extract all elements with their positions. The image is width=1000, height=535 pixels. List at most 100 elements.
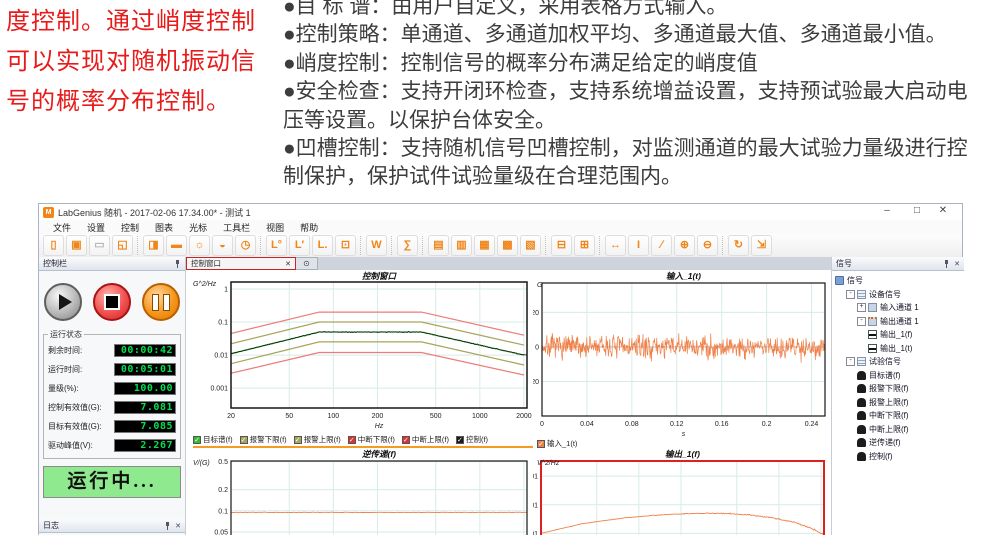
svg-text:50: 50 [285, 413, 293, 420]
pause-button[interactable] [142, 283, 180, 321]
menu-item-2[interactable]: 控制 [113, 221, 147, 234]
chart-bars-1-icon[interactable]: ▤ [428, 235, 449, 256]
new-icon[interactable]: ▯ [43, 235, 64, 256]
sum-icon[interactable]: ∑ [397, 235, 418, 256]
legend-item[interactable]: ✓控制(f) [456, 434, 488, 445]
tree-item[interactable]: 中断下限(f) [832, 409, 964, 423]
chart-canvas: 逆传递(f)V/(G)0.50.20.10.05 [189, 448, 533, 535]
legend-item[interactable]: ✓中断下限(f) [348, 434, 395, 445]
tree-item[interactable]: -设备信号 [832, 288, 964, 302]
legend-item[interactable]: ✓输入_1(t) [537, 438, 577, 448]
legend-checkbox[interactable]: ✓ [537, 440, 545, 448]
zoom-in-icon[interactable]: ⊕ [674, 235, 695, 256]
cursor-v-icon[interactable]: I [628, 235, 649, 256]
legend-item[interactable]: ✓目标谱(f) [193, 434, 233, 445]
chart-scale-icon[interactable]: ▩ [497, 235, 518, 256]
menu-item-6[interactable]: 视图 [258, 221, 292, 234]
schedule-icon[interactable]: ◒ [212, 235, 233, 256]
menu-item-7[interactable]: 帮助 [292, 221, 326, 234]
word-report-icon[interactable]: W [366, 235, 387, 256]
legend-checkbox[interactable]: ✓ [294, 436, 302, 444]
menu-item-3[interactable]: 图表 [147, 221, 181, 234]
menu-item-4[interactable]: 光标 [181, 221, 215, 234]
save-icon[interactable]: ▣ [66, 235, 87, 256]
cursor-slope-icon[interactable]: ∕ [651, 235, 672, 256]
collapse-icon[interactable]: - [846, 290, 855, 299]
pin-icon[interactable] [164, 522, 171, 530]
legend-item[interactable]: ✓报警下限(f) [240, 434, 287, 445]
minimize-button[interactable]: – [876, 205, 898, 216]
legend-checkbox[interactable]: ✓ [193, 436, 201, 444]
legend-label: 报警上限(f) [304, 434, 341, 445]
toolbar-separator [260, 236, 262, 255]
legend-item[interactable]: ✓中断上限(f) [402, 434, 449, 445]
chart-note-icon[interactable]: ▧ [520, 235, 541, 256]
screens-icon[interactable]: ⊡ [335, 235, 356, 256]
tree-item[interactable]: -试验信号 [832, 355, 964, 369]
tree-item[interactable]: -输出通道 1 [832, 315, 964, 329]
level-deg-icon[interactable]: L° [266, 235, 287, 256]
pin-icon[interactable] [174, 260, 181, 268]
tree-item[interactable]: 输出_1(t) [832, 342, 964, 356]
bullet-line: 压等设置。以保护台体安全。 [283, 107, 999, 135]
tree-item[interactable]: 报警上限(f) [832, 396, 964, 410]
chart-input-time[interactable]: 输入_1(t)G200-2000.040.080.120.160.20.24s✓… [533, 270, 829, 448]
tab-control-window[interactable]: 控制窗口 ✕ [186, 257, 296, 270]
layout-two-icon[interactable]: ⊟ [551, 235, 572, 256]
chart-control-window[interactable]: 控制窗口G^2/Hz10.10.010.00120501002005001000… [189, 270, 533, 448]
tree-item[interactable]: +输入通道 1 [832, 301, 964, 315]
expand-icon[interactable]: + [857, 303, 866, 312]
tab-close-icon[interactable]: ✕ [285, 260, 291, 268]
collapse-icon[interactable]: - [846, 357, 855, 366]
settings-icon[interactable]: ☼ [189, 235, 210, 256]
layout-four-icon[interactable]: ⊞ [574, 235, 595, 256]
legend-checkbox[interactable]: ✓ [348, 436, 356, 444]
stop-button[interactable] [93, 283, 131, 321]
chart-inverse-transfer[interactable]: 逆传递(f)V/(G)0.50.20.10.05 [189, 448, 533, 535]
tree-item[interactable]: 目标谱(f) [832, 369, 964, 383]
chart-title: 逆传递(f) [362, 449, 396, 459]
chart-bars-3-icon[interactable]: ▦ [474, 235, 495, 256]
chart-bars-2-icon[interactable]: ▥ [451, 235, 472, 256]
cursor-h-icon[interactable]: ↔ [605, 235, 626, 256]
level-down-icon[interactable]: L. [312, 235, 333, 256]
project-icon[interactable]: ◨ [143, 235, 164, 256]
tree-item[interactable]: 中断上限(f) [832, 423, 964, 437]
close-panel-icon[interactable]: ✕ [175, 522, 181, 530]
legend-checkbox[interactable]: ✓ [456, 436, 464, 444]
play-button[interactable] [44, 283, 82, 321]
refresh-icon[interactable]: ↻ [728, 235, 749, 256]
legend-label: 输入_1(t) [547, 438, 577, 448]
zoom-out-icon[interactable]: ⊖ [697, 235, 718, 256]
close-button[interactable]: ✕ [932, 205, 954, 216]
open-icon[interactable]: ▭ [89, 235, 110, 256]
legend-checkbox[interactable]: ✓ [402, 436, 410, 444]
chart-y-unit: G^2/Hz [193, 281, 217, 288]
tree-item[interactable]: 报警下限(f) [832, 382, 964, 396]
chart-output-spectrum[interactable]: 输出_1(f)V^2/Hz0.010.0010.0001 [533, 448, 829, 535]
menu-item-0[interactable]: 文件 [45, 221, 79, 234]
clock-icon[interactable]: ◷ [235, 235, 256, 256]
tab-preview-icon[interactable]: ⊙ [296, 257, 318, 270]
shaker-icon[interactable]: ▬ [166, 235, 187, 256]
pin-icon[interactable] [943, 260, 950, 268]
menu-item-5[interactable]: 工具栏 [215, 221, 258, 234]
collapse-icon[interactable]: - [857, 317, 866, 326]
fit-window-icon[interactable]: ⇲ [751, 235, 772, 256]
restore-button[interactable]: □ [906, 205, 928, 216]
tree-item[interactable]: 逆传递(f) [832, 436, 964, 450]
tree-item[interactable]: 信号 [832, 274, 964, 288]
close-panel-icon[interactable]: ✕ [954, 260, 960, 268]
toolbar-separator [545, 236, 547, 255]
menu-item-1[interactable]: 设置 [79, 221, 113, 234]
tree-item[interactable]: 控制(f) [832, 450, 964, 464]
red-note-line: 度控制。通过峭度控制 [6, 2, 282, 42]
svg-text:0.001: 0.001 [210, 386, 228, 393]
status-value-display: 100.00 [114, 382, 176, 395]
export-icon[interactable]: ◱ [112, 235, 133, 256]
level-up-icon[interactable]: L′ [289, 235, 310, 256]
tree-item[interactable]: 输出_1(f) [832, 328, 964, 342]
legend-checkbox[interactable]: ✓ [240, 436, 248, 444]
labgenius-window: M LabGenius 随机 - 2017-02-06 17.34.00* - … [38, 203, 963, 535]
legend-item[interactable]: ✓报警上限(f) [294, 434, 341, 445]
